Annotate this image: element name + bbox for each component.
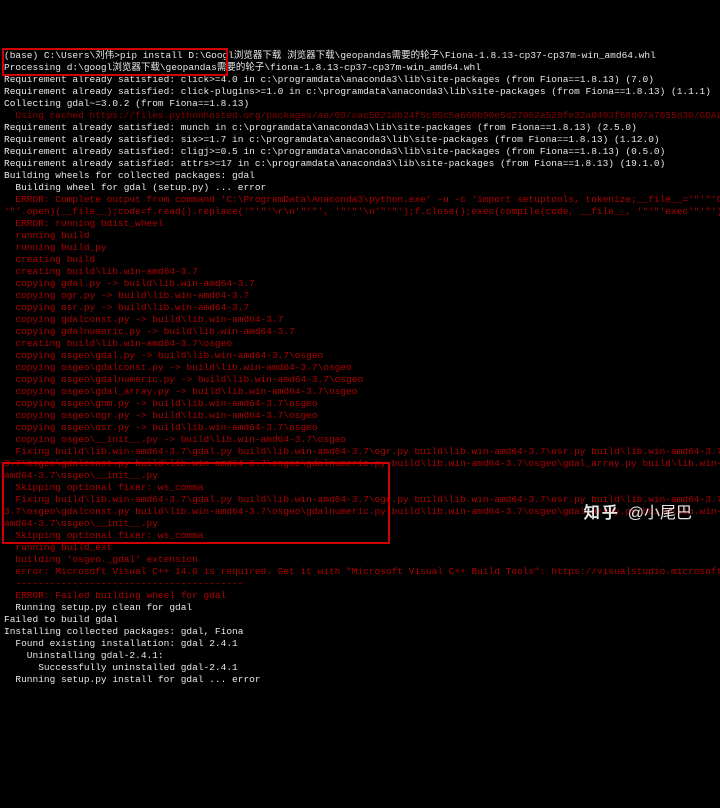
terminal-line: Successfully uninstalled gdal-2.4.1	[4, 662, 716, 674]
watermark-author: @小尾巴	[628, 508, 692, 520]
zhihu-watermark: 知乎 @小尾巴	[584, 508, 692, 520]
terminal-line: copying osgeo\gdalconst.py -> build\lib.…	[4, 362, 716, 374]
terminal-line: (base) C:\Users\刘伟>pip install D:\Googl浏…	[4, 50, 716, 62]
terminal-line: copying gdalconst.py -> build\lib.win-am…	[4, 314, 716, 326]
terminal-line: copying osgeo\gnm.py -> build\lib.win-am…	[4, 398, 716, 410]
terminal-line: Running setup.py clean for gdal	[4, 602, 716, 614]
terminal-output: (base) C:\Users\刘伟>pip install D:\Googl浏…	[0, 48, 720, 688]
terminal-line: ERROR: running bdist_wheel	[4, 218, 716, 230]
terminal-line: running build_py	[4, 242, 716, 254]
terminal-line: ----------------------------------------	[4, 578, 716, 590]
terminal-line: 3.7\osgeo\gdalconst.py build\lib.win-amd…	[4, 458, 716, 470]
terminal-line: error: Microsoft Visual C++ 14.0 is requ…	[4, 566, 716, 578]
terminal-line: copying gdalnumeric.py -> build\lib.win-…	[4, 326, 716, 338]
terminal-line: copying gdal.py -> build\lib.win-amd64-3…	[4, 278, 716, 290]
terminal-line: Requirement already satisfied: click>=4.…	[4, 74, 716, 86]
terminal-line: creating build	[4, 254, 716, 266]
terminal-line: Failed to build gdal	[4, 614, 716, 626]
terminal-line: copying ogr.py -> build\lib.win-amd64-3.…	[4, 290, 716, 302]
terminal-line: Building wheels for collected packages: …	[4, 170, 716, 182]
terminal-line: Skipping optional fixer: ws_comma	[4, 482, 716, 494]
zhihu-logo-icon: 知乎	[584, 508, 620, 520]
terminal-line: building 'osgeo._gdal' extension	[4, 554, 716, 566]
terminal-line: Running setup.py install for gdal ... er…	[4, 674, 716, 686]
terminal-line: copying osgeo\ogr.py -> build\lib.win-am…	[4, 410, 716, 422]
terminal-line: copying osgeo\gdal.py -> build\lib.win-a…	[4, 350, 716, 362]
terminal-line: '"'.open)(__file__);code=f.read().replac…	[4, 206, 716, 218]
terminal-line: amd64-3.7\osgeo\__init__.py	[4, 470, 716, 482]
terminal-line: Fixing build\lib.win-amd64-3.7\gdal.py b…	[4, 446, 716, 458]
terminal-line: Found existing installation: gdal 2.4.1	[4, 638, 716, 650]
terminal-line: copying osr.py -> build\lib.win-amd64-3.…	[4, 302, 716, 314]
terminal-line: copying osgeo\gdalnumeric.py -> build\li…	[4, 374, 716, 386]
terminal-line: ERROR: Failed building wheel for gdal	[4, 590, 716, 602]
terminal-line: Processing d:\googl浏览器下载\geopandas需要的轮子\…	[4, 62, 716, 74]
terminal-line: Uninstalling gdal-2.4.1:	[4, 650, 716, 662]
terminal-line: Building wheel for gdal (setup.py) ... e…	[4, 182, 716, 194]
terminal-line: Installing collected packages: gdal, Fio…	[4, 626, 716, 638]
terminal-line: Skipping optional fixer: ws_comma	[4, 530, 716, 542]
terminal-line: copying osgeo\__init__.py -> build\lib.w…	[4, 434, 716, 446]
terminal-line: ERROR: Complete output from command 'C:\…	[4, 194, 716, 206]
terminal-line: copying osgeo\gdal_array.py -> build\lib…	[4, 386, 716, 398]
terminal-line: running build	[4, 230, 716, 242]
terminal-line: copying osgeo\osr.py -> build\lib.win-am…	[4, 422, 716, 434]
terminal-line: creating build\lib.win-amd64-3.7	[4, 266, 716, 278]
terminal-line: Requirement already satisfied: munch in …	[4, 122, 716, 134]
terminal-line: Requirement already satisfied: click-plu…	[4, 86, 716, 98]
terminal-line: Requirement already satisfied: cligj>=0.…	[4, 146, 716, 158]
terminal-line: creating build\lib.win-amd64-3.7\osgeo	[4, 338, 716, 350]
terminal-line: Requirement already satisfied: six>=1.7 …	[4, 134, 716, 146]
terminal-line: Collecting gdal~=3.0.2 (from Fiona==1.8.…	[4, 98, 716, 110]
terminal-line: Requirement already satisfied: attrs>=17…	[4, 158, 716, 170]
terminal-line: Using cached https://files.pythonhosted.…	[4, 110, 716, 122]
terminal-line: running build_ext	[4, 542, 716, 554]
